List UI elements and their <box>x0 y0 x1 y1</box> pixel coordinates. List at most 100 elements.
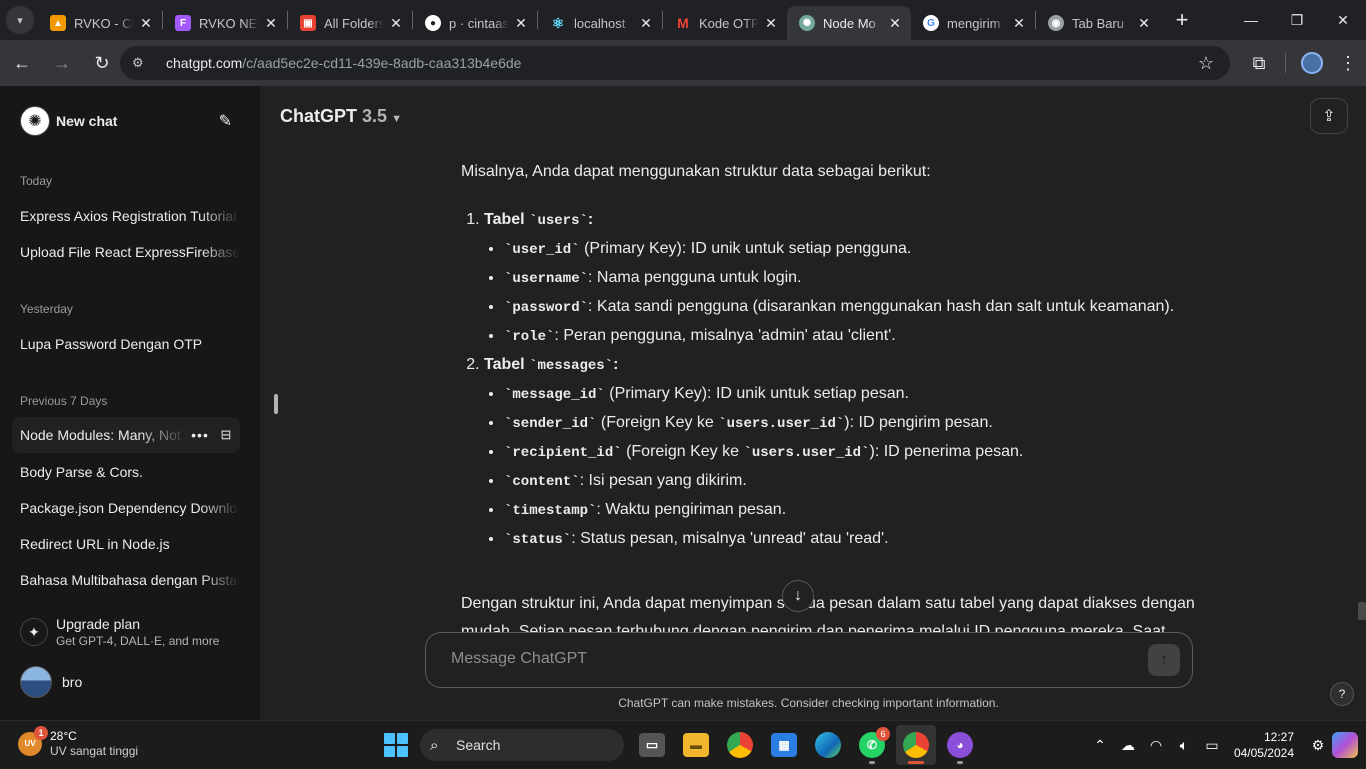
close-window-icon[interactable]: ✕ <box>1320 0 1366 40</box>
restore-icon[interactable]: ❐ <box>1274 0 1320 40</box>
profile-avatar-icon[interactable] <box>1301 52 1323 74</box>
field-desc: : Status pesan, misalnya 'unread' atau '… <box>571 530 889 547</box>
microsoft-store-icon[interactable]: ▦ <box>764 725 804 765</box>
sidebar-toggle-handle[interactable] <box>274 394 278 414</box>
running-indicator <box>957 761 963 764</box>
chat-history-item[interactable]: Body Parse & Cors. <box>12 454 240 490</box>
chevron-up-icon[interactable]: ⌃ <box>1088 737 1112 754</box>
site-info-icon[interactable]: ⚙ <box>132 55 152 71</box>
browser-tab[interactable]: ▲ RVKO - Cl ✕ <box>38 6 162 40</box>
weather-widget[interactable]: UV 1 28°C UV sangat tinggi <box>18 725 139 758</box>
tab-title: RVKO - Cl <box>74 15 134 31</box>
forward-icon[interactable]: → <box>44 45 80 81</box>
file-explorer-icon[interactable]: ▬ <box>676 725 716 765</box>
close-tab-icon[interactable]: ✕ <box>513 15 529 32</box>
chat-history-item[interactable]: Upload File React ExpressFirebase <box>12 234 240 270</box>
browser-tab[interactable]: G mengirim ✕ <box>911 6 1035 40</box>
search-icon: ⌕ <box>430 736 439 754</box>
close-tab-icon[interactable]: ✕ <box>763 15 779 32</box>
wifi-icon[interactable]: ◠ <box>1144 737 1168 754</box>
browser-tab-active[interactable]: ✺ Node Mo ✕ <box>787 6 911 40</box>
github-desktop-icon[interactable]: ◕ <box>940 725 980 765</box>
share-icon[interactable]: ⇪ <box>1310 98 1348 134</box>
minimize-icon[interactable]: — <box>1228 0 1274 40</box>
close-tab-icon[interactable]: ✕ <box>138 15 154 32</box>
volume-icon[interactable]: 🔈︎ <box>1172 737 1196 754</box>
clock[interactable]: 12:27 04/05/2024 <box>1234 729 1294 761</box>
search-label: Search <box>456 737 501 753</box>
field-desc: : Kata sandi pengguna (disarankan menggu… <box>588 298 1175 315</box>
browser-tab[interactable]: ⚛ localhost ✕ <box>538 6 662 40</box>
chat-history-item[interactable]: Redirect URL in Node.js <box>12 526 240 562</box>
chat-history-item[interactable]: Lupa Password Dengan OTP <box>12 326 240 362</box>
browser-tab[interactable]: ▣ All Folders ✕ <box>288 6 412 40</box>
field-code: `role` <box>504 329 555 345</box>
address-bar[interactable]: ⚙ chatgpt.com/c/aad5ec2e-cd11-439e-8adb-… <box>120 46 1230 80</box>
scroll-down-arrow-icon[interactable]: ↓ <box>782 580 814 612</box>
field-code: `recipient_id` <box>504 445 622 461</box>
edge-icon[interactable] <box>808 725 848 765</box>
help-icon[interactable]: ? <box>1330 682 1354 706</box>
edit-icon[interactable]: ✎ <box>219 111 232 131</box>
chevron-down-icon: ▼ <box>391 113 402 125</box>
tab-title: Kode OTP <box>699 15 759 31</box>
extensions-icon[interactable]: ⧉ <box>1241 45 1277 81</box>
field-code: `users.user_id` <box>718 416 845 432</box>
new-chat-button[interactable]: ✺ New chat ✎ <box>20 106 240 136</box>
scrollbar-thumb[interactable] <box>1358 602 1366 620</box>
field-code: `sender_id` <box>504 416 597 432</box>
browser-tab[interactable]: ◉ Tab Baru ✕ <box>1036 6 1160 40</box>
chrome-profile-icon[interactable] <box>896 725 936 765</box>
chat-history-item[interactable]: Bahasa Multibahasa dengan Pustaka <box>12 562 240 598</box>
reload-icon[interactable]: ↻ <box>84 45 120 81</box>
windows-start-icon[interactable] <box>384 733 408 757</box>
chat-history-item[interactable]: Package.json Dependency Download <box>12 490 240 526</box>
back-icon[interactable]: ← <box>4 45 40 81</box>
archive-icon[interactable]: ⊟ <box>212 427 240 443</box>
bookmark-star-icon[interactable]: ☆ <box>1198 53 1214 74</box>
field-desc: (Foreign Key ke <box>621 443 744 460</box>
close-tab-icon[interactable]: ✕ <box>638 15 654 32</box>
battery-icon[interactable]: ▭ <box>1200 737 1224 754</box>
chat-history-item[interactable]: Express Axios Registration Tutorial <box>12 198 240 234</box>
assistant-message: Misalnya, Anda dapat menggunakan struktu… <box>461 158 1201 646</box>
chat-title: Redirect URL in Node.js <box>20 536 170 552</box>
chrome-icon[interactable] <box>720 725 760 765</box>
user-name: bro <box>62 674 83 690</box>
message-input[interactable]: Message ChatGPT ↑ <box>425 632 1193 688</box>
browser-tab[interactable]: F RVKO NEW ✕ <box>163 6 287 40</box>
upgrade-plan-button[interactable]: ✦ Upgrade plan Get GPT-4, DALL·E, and mo… <box>20 612 240 652</box>
copilot-icon[interactable] <box>1332 732 1358 758</box>
gear-icon[interactable]: ⚙ <box>1306 737 1330 754</box>
whatsapp-icon[interactable]: ✆ 6 <box>852 725 892 765</box>
chat-title: Lupa Password Dengan OTP <box>20 336 203 352</box>
list-item: Tabel `messages`: `message_id` (Primary … <box>484 351 1201 554</box>
chat-history-item-active[interactable]: Node Modules: Many, Not Few ••• ⊟ <box>12 417 240 453</box>
onedrive-cloud-icon[interactable]: ☁ <box>1116 737 1140 754</box>
field-desc: (Primary Key): ID unik untuk setiap pesa… <box>604 385 909 402</box>
send-arrow-icon[interactable]: ↑ <box>1148 644 1180 676</box>
field-code: `timestamp` <box>504 503 597 519</box>
more-options-icon[interactable]: ••• <box>188 427 212 443</box>
uv-sun-icon: UV 1 <box>18 725 48 756</box>
taskbar-search[interactable]: ⌕ Search <box>420 729 624 761</box>
notification-badge: 6 <box>876 727 890 741</box>
model-selector[interactable]: ChatGPT 3.5 ▼ <box>280 106 402 127</box>
weather-desc: UV sangat tinggi <box>50 744 139 758</box>
message-placeholder: Message ChatGPT <box>451 650 588 667</box>
window-controls: — ❐ ✕ <box>1228 0 1366 40</box>
browser-tab[interactable]: ● p · cintaas ✕ <box>413 6 537 40</box>
close-tab-icon[interactable]: ✕ <box>388 15 404 32</box>
kebab-menu-icon[interactable]: ⋮ <box>1330 53 1366 74</box>
close-tab-icon[interactable]: ✕ <box>263 15 279 32</box>
task-view-icon[interactable]: ▭ <box>632 725 672 765</box>
browser-tab[interactable]: M Kode OTP ✕ <box>663 6 787 40</box>
user-menu[interactable]: bro <box>20 666 82 698</box>
tab-search-icon[interactable]: ▾ <box>6 6 34 34</box>
close-tab-icon[interactable]: ✕ <box>887 15 903 32</box>
close-tab-icon[interactable]: ✕ <box>1011 15 1027 32</box>
message-intro: Misalnya, Anda dapat menggunakan struktu… <box>461 163 931 180</box>
close-tab-icon[interactable]: ✕ <box>1136 15 1152 32</box>
new-tab-icon[interactable]: + <box>1168 6 1196 34</box>
tab-title: p · cintaas <box>449 15 509 31</box>
